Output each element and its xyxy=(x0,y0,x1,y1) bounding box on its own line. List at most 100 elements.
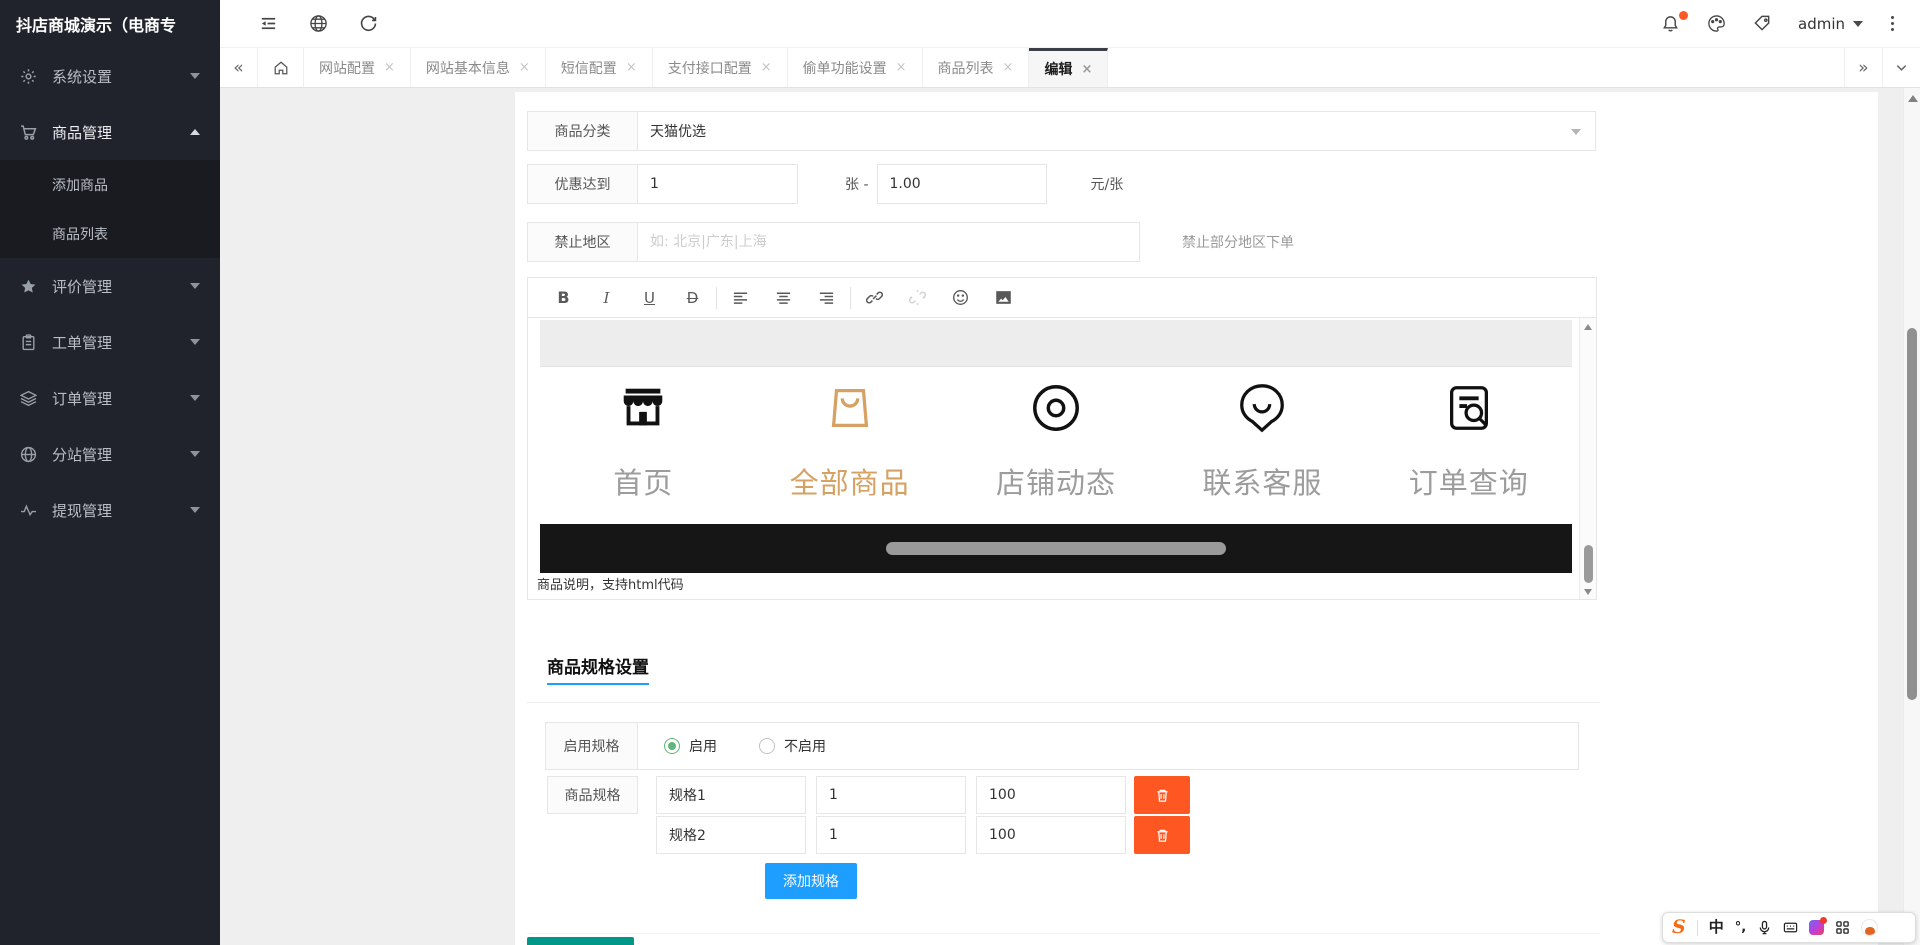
section-divider xyxy=(527,702,1600,703)
bold-button[interactable]: B xyxy=(542,278,585,318)
scroll-up-arrow[interactable] xyxy=(1908,95,1918,102)
add-spec-button[interactable]: 添加规格 xyxy=(765,863,857,899)
spec-name-input[interactable] xyxy=(656,776,806,814)
editor-content[interactable]: 首页 全部商品 xyxy=(528,318,1596,599)
tabs-scroll-left-button[interactable]: « xyxy=(220,48,258,87)
refresh-icon[interactable] xyxy=(358,14,378,34)
ime-toolbox-icon[interactable] xyxy=(1835,920,1850,935)
chevron-down-icon xyxy=(1853,21,1863,27)
tab-site-config[interactable]: 网站配置 × xyxy=(304,48,411,87)
page-scroll-thumb[interactable] xyxy=(1907,328,1917,700)
italic-button[interactable]: I xyxy=(585,278,628,318)
align-left-button[interactable] xyxy=(719,278,762,318)
chevron-down-icon xyxy=(190,507,200,513)
enable-spec-label: 启用规格 xyxy=(546,723,638,769)
chevron-down-icon xyxy=(190,451,200,457)
enable-radio-off[interactable] xyxy=(759,738,775,754)
storefront-icon xyxy=(616,380,670,436)
tabbar-spacer xyxy=(1108,48,1844,87)
tab-sms-config[interactable]: 短信配置 × xyxy=(546,48,653,87)
user-menu[interactable]: admin xyxy=(1798,15,1863,33)
sidebar-subitem-add-goods[interactable]: 添加商品 xyxy=(0,160,220,209)
emoji-button[interactable] xyxy=(939,278,982,318)
sidebar-item-label: 订单管理 xyxy=(52,388,190,409)
microphone-icon[interactable] xyxy=(1757,920,1772,935)
strikethrough-button[interactable]: D xyxy=(671,278,714,318)
page-scrollbar[interactable] xyxy=(1903,88,1920,945)
virtual-keyboard-icon[interactable] xyxy=(1783,920,1798,935)
sidebar-item-system-settings[interactable]: 系统设置 xyxy=(0,48,220,104)
sidebar-item-label: 工单管理 xyxy=(52,332,190,353)
spec-name-input[interactable] xyxy=(656,816,806,854)
ime-toolbar[interactable]: S 中 °, xyxy=(1662,912,1916,943)
tag-icon[interactable] xyxy=(1752,14,1772,34)
header-left-actions xyxy=(258,14,378,34)
sidebar-item-withdrawal-management[interactable]: 提现管理 xyxy=(0,482,220,538)
ime-punctuation-mode[interactable]: °, xyxy=(1735,921,1746,934)
enable-radio-on[interactable] xyxy=(664,738,680,754)
tab-bar: « 网站配置 × 网站基本信息 × 短信配置 × 支付接口配置 × xyxy=(220,48,1920,88)
close-icon[interactable]: × xyxy=(896,60,907,75)
chevron-down-icon xyxy=(190,339,200,345)
spec-price-input[interactable] xyxy=(976,816,1126,854)
enable-radio-off-label: 不启用 xyxy=(784,736,826,756)
tab-steal-order-settings[interactable]: 偷单功能设置 × xyxy=(788,48,923,87)
delete-spec-button[interactable] xyxy=(1134,816,1190,854)
editor-scrollbar[interactable] xyxy=(1579,318,1596,599)
tab-edit-active[interactable]: 编辑 × xyxy=(1029,48,1108,87)
notification-bell-icon[interactable] xyxy=(1660,14,1680,34)
forbidden-region-input[interactable] xyxy=(638,222,1140,262)
ime-language-mode[interactable]: 中 xyxy=(1709,920,1724,935)
ime-assistant-icon[interactable] xyxy=(1861,919,1878,936)
tab-goods-list[interactable]: 商品列表 × xyxy=(923,48,1030,87)
close-icon[interactable]: × xyxy=(626,60,637,75)
tab-payment-config[interactable]: 支付接口配置 × xyxy=(653,48,788,87)
sogou-logo-icon[interactable]: S xyxy=(1672,918,1686,937)
sidebar-item-goods-management[interactable]: 商品管理 xyxy=(0,104,220,160)
sidebar-item-order-management[interactable]: 订单管理 xyxy=(0,370,220,426)
scroll-up-arrow[interactable] xyxy=(1584,324,1592,330)
close-icon[interactable]: × xyxy=(761,60,772,75)
tab-site-basic-info[interactable]: 网站基本信息 × xyxy=(411,48,546,87)
sidebar-item-substation-management[interactable]: 分站管理 xyxy=(0,426,220,482)
bottom-bar-placeholder xyxy=(540,524,1572,573)
spec-qty-input[interactable] xyxy=(816,816,966,854)
app-title: 抖店商城演示（电商专 xyxy=(0,0,220,48)
site-globe-icon[interactable] xyxy=(308,14,328,34)
delete-spec-button[interactable] xyxy=(1134,776,1190,814)
submit-button[interactable] xyxy=(527,937,634,945)
edit-form-panel: 商品分类 天猫优选 优惠达到 张 - 元/张 禁止地区 xyxy=(515,92,1878,945)
align-right-button[interactable] xyxy=(805,278,848,318)
sidebar-item-review-management[interactable]: 评价管理 xyxy=(0,258,220,314)
spec-price-input[interactable] xyxy=(976,776,1126,814)
shop-nav-home: 首页 xyxy=(540,380,746,502)
sidebar-subitem-goods-list[interactable]: 商品列表 xyxy=(0,209,220,258)
menu-collapse-icon[interactable] xyxy=(258,14,278,34)
image-button[interactable] xyxy=(982,278,1025,318)
discount-price-input[interactable] xyxy=(877,164,1047,204)
close-icon[interactable]: × xyxy=(1081,62,1092,77)
close-icon[interactable]: × xyxy=(1003,60,1014,75)
discount-qty-input[interactable] xyxy=(638,164,798,204)
tabs-dropdown-button[interactable] xyxy=(1882,48,1920,87)
theme-palette-icon[interactable] xyxy=(1706,14,1726,34)
tabs-scroll-right-button[interactable]: » xyxy=(1844,48,1882,87)
close-icon[interactable]: × xyxy=(519,60,530,75)
shopping-bag-icon xyxy=(823,380,877,436)
align-center-button[interactable] xyxy=(762,278,805,318)
close-icon[interactable]: × xyxy=(384,60,395,75)
home-tab[interactable] xyxy=(258,48,304,87)
sidebar-item-ticket-management[interactable]: 工单管理 xyxy=(0,314,220,370)
scroll-down-arrow[interactable] xyxy=(1584,589,1592,595)
editor-scroll-thumb[interactable] xyxy=(1584,545,1593,583)
spec-qty-input[interactable] xyxy=(816,776,966,814)
underline-button[interactable]: U xyxy=(628,278,671,318)
discount-unit-end: 元/张 xyxy=(1091,174,1124,194)
unlink-button[interactable] xyxy=(896,278,939,318)
more-options-icon[interactable] xyxy=(1889,14,1896,33)
link-button[interactable] xyxy=(853,278,896,318)
ime-skin-icon[interactable] xyxy=(1809,920,1824,935)
discount-unit-mid: 张 - xyxy=(845,174,869,194)
spec-table: 商品规格 xyxy=(547,776,1190,854)
category-select[interactable]: 天猫优选 xyxy=(638,111,1596,151)
